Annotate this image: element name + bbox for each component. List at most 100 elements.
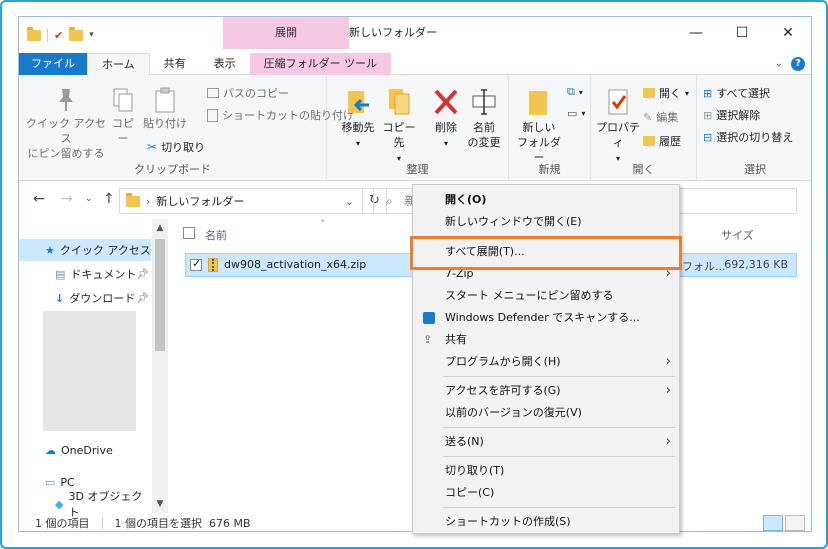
menu-item-copy[interactable]: コピー(C) <box>413 482 679 504</box>
copy-button[interactable]: コピー <box>109 87 137 146</box>
help-icon[interactable]: ? <box>791 56 805 71</box>
rename-label-1: 名前 <box>473 121 495 134</box>
properties-button[interactable]: プロパティ ▾ <box>595 87 641 166</box>
easy-access-button[interactable]: ▭ ▾ <box>567 107 585 120</box>
scroll-thumb[interactable] <box>155 239 165 351</box>
select-none-button[interactable]: ⊞ 選択解除 <box>703 107 760 123</box>
copy-path-label: パスのコピー <box>223 87 289 100</box>
move-to-icon <box>348 91 369 113</box>
tab-view[interactable]: 表示 <box>200 53 250 75</box>
easy-access-icon: ▭ <box>567 107 578 120</box>
search-icon: ⌕ <box>386 194 393 208</box>
menu-item-defender-scan[interactable]: Windows Defender でスキャンする... <box>413 307 679 329</box>
menu-item-share[interactable]: ⇪ 共有 <box>413 329 679 351</box>
close-button[interactable]: ✕ <box>765 17 811 49</box>
copy-to-icon <box>389 89 410 115</box>
nav-3d-objects[interactable]: ◆ 3D オブジェクト <box>19 490 151 519</box>
select-group: ⊞ すべて選択 ⊞ 選択解除 ⊟ 選択の切り替え 選択 <box>697 75 811 181</box>
select-all-button[interactable]: ⊞ すべて選択 <box>703 85 770 101</box>
recent-locations-icon[interactable]: ⌄ <box>85 194 93 204</box>
select-none-icon: ⊞ <box>703 108 713 122</box>
menu-item-open-with[interactable]: プログラムから開く(H) › <box>413 351 679 373</box>
menu-item-open[interactable]: 開く(O) <box>413 189 679 211</box>
menu-item-cut[interactable]: 切り取り(T) <box>413 460 679 482</box>
cut-button[interactable]: ✂ 切り取り <box>147 139 205 155</box>
breadcrumb[interactable]: 新しいフォルダー <box>156 193 244 209</box>
back-icon[interactable]: ← <box>33 191 45 207</box>
redacted-area <box>43 311 136 431</box>
folder-icon <box>126 192 140 207</box>
rename-button[interactable]: 名前 の変更 <box>465 87 503 150</box>
nav-label: ドキュメント <box>70 268 137 281</box>
download-icon: ↓ <box>55 291 65 305</box>
maximize-button[interactable]: ☐ <box>719 17 765 49</box>
minimize-button[interactable]: — <box>673 17 719 49</box>
menu-item-pin-start[interactable]: スタート メニューにピン留めする <box>413 285 679 307</box>
scroll-up-icon[interactable]: ▲ <box>152 223 168 233</box>
open-label: 開く <box>659 87 681 100</box>
menu-item-restore-versions[interactable]: 以前のバージョンの復元(V) <box>413 402 679 424</box>
tab-compressed-folder-tools[interactable]: 圧縮フォルダー ツール <box>249 53 392 75</box>
menu-item-create-shortcut[interactable]: ショートカットの作成(S) <box>413 511 679 533</box>
nav-scrollbar[interactable]: ▲ ▼ <box>152 219 168 513</box>
tab-share[interactable]: 共有 <box>150 53 200 75</box>
menu-separator <box>443 376 675 377</box>
menu-separator <box>443 507 675 508</box>
forward-icon[interactable]: → <box>61 191 73 207</box>
invert-selection-button[interactable]: ⊟ 選択の切り替え <box>703 129 793 145</box>
delete-button[interactable]: 削除 ▾ <box>431 87 461 151</box>
column-size[interactable]: サイズ <box>721 227 754 243</box>
highlight-box <box>410 236 682 270</box>
new-folder-button[interactable]: 新しい フォルダー <box>517 87 561 165</box>
large-icons-view-button[interactable] <box>785 515 805 531</box>
properties-icon <box>608 89 628 115</box>
copy-to-button[interactable]: コピー先 ▾ <box>379 87 419 166</box>
scroll-down-icon[interactable]: ▼ <box>152 499 168 509</box>
edit-button[interactable]: ✎ 編集 <box>643 109 678 125</box>
menu-label: 共有 <box>445 333 467 346</box>
menu-item-send-to[interactable]: 送る(N) › <box>413 431 679 453</box>
new-folder-icon[interactable] <box>69 26 84 41</box>
row-checkbox[interactable] <box>190 257 202 271</box>
paste-button[interactable]: 貼り付け <box>141 87 189 131</box>
open-group: プロパティ ▾ 開く ▾ ✎ 編集 履歴 開く <box>591 75 697 181</box>
file-size: 692,316 KB <box>724 258 788 271</box>
copy-path-button[interactable]: パスのコピー <box>207 85 289 101</box>
pin-quick-access-button[interactable]: クイック アクセス にピン留めする <box>25 87 107 161</box>
properties-icon[interactable]: ✔ <box>54 29 63 42</box>
tab-home[interactable]: ホーム <box>87 53 150 75</box>
pin-icon[interactable]: 📌︎ <box>136 269 149 280</box>
nav-quick-access[interactable]: ★ クイック アクセス <box>19 239 151 261</box>
history-button[interactable]: 履歴 <box>643 133 681 149</box>
file-name: dw908_activation_x64.zip <box>224 258 367 271</box>
organize-group: 移動先 ▾ コピー先 ▾ 削除 ▾ 名前 の変更 整理 <box>327 75 509 181</box>
cut-label: 切り取り <box>161 141 206 154</box>
select-all-checkbox[interactable] <box>183 227 195 239</box>
expand-ribbon-icon[interactable]: ⌄ <box>775 58 783 69</box>
address-bar[interactable]: › 新しいフォルダー ⌄ <box>119 188 363 214</box>
menu-item-give-access[interactable]: アクセスを許可する(G) › <box>413 380 679 402</box>
copy-icon <box>113 88 133 112</box>
move-to-button[interactable]: 移動先 ▾ <box>339 87 377 151</box>
up-icon[interactable]: ↑ <box>103 191 115 207</box>
nav-documents[interactable]: ▤ ドキュメント 📌︎ <box>19 263 151 285</box>
nav-onedrive[interactable]: ☁ OneDrive <box>19 439 151 461</box>
tab-file[interactable]: ファイル <box>19 53 87 75</box>
details-view-button[interactable] <box>763 515 783 531</box>
new-item-button[interactable]: ⧉ ▾ <box>567 85 583 99</box>
clipboard-group-label: クリップボード <box>134 163 211 176</box>
nav-downloads[interactable]: ↓ ダウンロード 📌︎ <box>19 287 151 309</box>
menu-item-open-new-window[interactable]: 新しいウィンドウで開く(E) <box>413 211 679 233</box>
pc-icon: ▭ <box>45 475 56 489</box>
pin-label-1: クイック アクセス <box>26 117 106 145</box>
properties-label: プロパティ <box>596 121 640 149</box>
column-name[interactable]: 名前 <box>205 227 227 243</box>
customize-qat-icon[interactable]: ▾ <box>89 30 94 40</box>
pin-icon[interactable]: 📌︎ <box>136 293 149 304</box>
edit-icon: ✎ <box>643 110 653 124</box>
address-dropdown-icon[interactable]: ⌄ <box>345 195 354 208</box>
open-button[interactable]: 開く ▾ <box>643 85 689 101</box>
copy-to-label: コピー先 <box>382 121 416 149</box>
menu-label: Windows Defender でスキャンする... <box>445 311 640 324</box>
star-icon: ★ <box>45 243 55 257</box>
